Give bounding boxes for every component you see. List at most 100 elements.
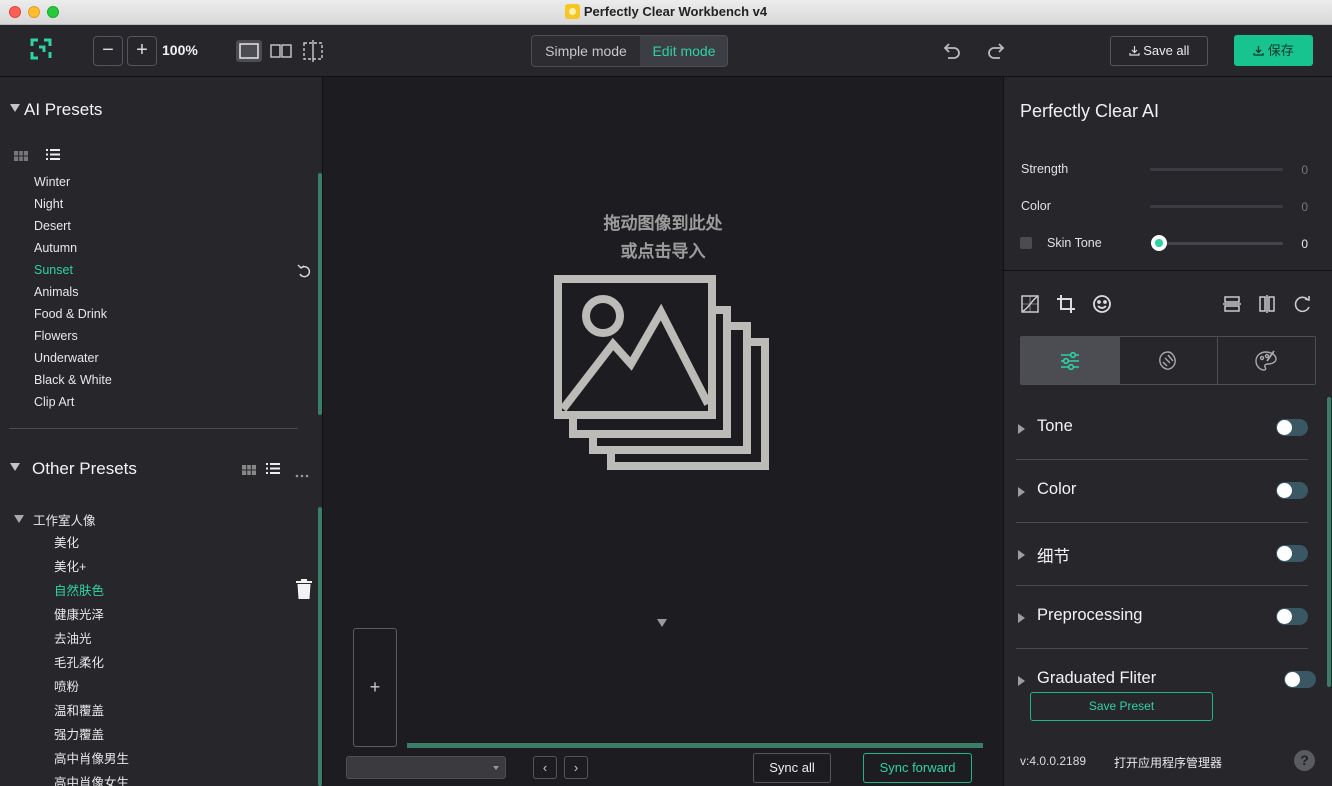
flip-vertical-icon[interactable] xyxy=(1222,294,1242,314)
lasso-icon xyxy=(1156,349,1180,373)
adjustment-tabs xyxy=(1020,336,1316,385)
ai-preset-item[interactable]: Underwater xyxy=(34,351,99,365)
tab-adjustments[interactable] xyxy=(1021,337,1119,384)
toolbar: − + 100% Simple mode Edit mode Save all … xyxy=(0,25,1332,77)
title-bar: Perfectly Clear Workbench v4 xyxy=(0,0,1332,25)
group-preset-item[interactable]: 美化 xyxy=(54,532,79,551)
presets-panel: AI Presets Winter Night Desert Autumn Sunset… xyxy=(0,77,323,786)
adjustment-section[interactable]: Preprocessing xyxy=(1016,586,1308,649)
section-label: Preprocessing xyxy=(1037,606,1143,624)
edit-mode-tab[interactable]: Edit mode xyxy=(640,36,727,66)
filmstrip-scrollbar[interactable] xyxy=(407,743,983,748)
ai-presets-header[interactable]: AI Presets xyxy=(10,100,102,120)
preset-group-studio[interactable]: 工作室人像 xyxy=(14,510,96,529)
ai-preset-item[interactable]: Animals xyxy=(34,285,78,299)
color-slider[interactable] xyxy=(1150,205,1283,208)
expand-icon xyxy=(1018,613,1025,623)
section-toggle[interactable] xyxy=(1276,419,1308,436)
ai-preset-item[interactable]: Night xyxy=(34,197,63,211)
skin-tone-slider[interactable] xyxy=(1154,242,1283,245)
section-toggle[interactable] xyxy=(1276,482,1308,499)
expand-icon xyxy=(1018,676,1025,686)
section-toggle[interactable] xyxy=(1284,671,1316,688)
grid-view-icon[interactable] xyxy=(242,462,256,475)
group-preset-item[interactable]: 自然肤色 xyxy=(54,580,104,599)
zoom-in-button[interactable]: + xyxy=(127,36,157,66)
adjustments-scrollbar[interactable] xyxy=(1327,397,1331,687)
filmstrip-toggle-icon[interactable] xyxy=(657,614,667,632)
section-label: Graduated Fliter xyxy=(1037,669,1157,687)
adjustment-section[interactable]: Color xyxy=(1016,460,1308,523)
ai-preset-item[interactable]: Desert xyxy=(34,219,71,233)
collapse-icon xyxy=(14,515,24,523)
sync-forward-button[interactable]: Sync forward xyxy=(863,753,972,783)
canvas-area[interactable]: 拖动图像到此处 或点击导入 + ‹ › Sync all Sync forwar… xyxy=(323,77,1003,786)
group-preset-item[interactable]: 去油光 xyxy=(54,628,92,647)
add-image-button[interactable]: + xyxy=(353,628,397,747)
section-label: Tone xyxy=(1037,417,1073,435)
other-presets-scrollbar[interactable] xyxy=(318,507,322,786)
next-image-button[interactable]: › xyxy=(564,756,588,779)
tab-creative[interactable] xyxy=(1217,337,1315,384)
crop-icon[interactable] xyxy=(1056,294,1076,314)
redo-icon[interactable] xyxy=(986,40,1008,62)
ai-preset-item[interactable]: Clip Art xyxy=(34,395,74,409)
undo-icon[interactable] xyxy=(940,40,962,62)
section-toggle[interactable] xyxy=(1276,608,1308,625)
ai-preset-item[interactable]: Flowers xyxy=(34,329,78,343)
prev-image-button[interactable]: ‹ xyxy=(533,756,557,779)
collapse-icon xyxy=(10,104,20,112)
skin-tone-slider-handle[interactable] xyxy=(1151,235,1167,251)
single-view-icon[interactable] xyxy=(236,40,262,62)
trash-icon[interactable] xyxy=(296,579,312,599)
list-view-icon[interactable] xyxy=(46,147,60,160)
app-manager-link[interactable]: 打开应用程序管理器 xyxy=(1114,754,1222,771)
rotate-icon[interactable] xyxy=(1293,294,1313,314)
sync-all-button[interactable]: Sync all xyxy=(753,753,831,783)
group-preset-item[interactable]: 高中肖像男生 xyxy=(54,748,129,767)
reset-icon[interactable] xyxy=(297,263,311,279)
ai-presets-scrollbar[interactable] xyxy=(318,173,322,415)
other-presets-header[interactable]: Other Presets xyxy=(10,459,137,479)
expand-icon xyxy=(1018,487,1025,497)
help-icon[interactable]: ? xyxy=(1294,750,1315,771)
preset-select[interactable] xyxy=(346,756,506,779)
color-value: 0 xyxy=(1301,200,1308,214)
adjustment-section[interactable]: Tone xyxy=(1016,397,1308,460)
ai-preset-item[interactable]: Black & White xyxy=(34,373,112,387)
face-icon[interactable] xyxy=(1092,294,1112,314)
group-preset-item[interactable]: 强力覆盖 xyxy=(54,724,104,743)
save-preset-button[interactable]: Save Preset xyxy=(1030,692,1213,721)
ai-preset-item[interactable]: Winter xyxy=(34,175,70,189)
grid-view-icon[interactable] xyxy=(14,148,28,161)
section-toggle[interactable] xyxy=(1276,545,1308,562)
expand-icon xyxy=(1018,424,1025,434)
tab-local[interactable] xyxy=(1119,337,1217,384)
ai-preset-item[interactable]: Sunset xyxy=(34,263,73,277)
group-preset-item[interactable]: 温和覆盖 xyxy=(54,700,104,719)
group-preset-item[interactable]: 高中肖像女生 xyxy=(54,772,129,786)
group-preset-item[interactable]: 毛孔柔化 xyxy=(54,652,104,671)
sliders-icon xyxy=(1059,350,1081,372)
skin-tone-checkbox[interactable] xyxy=(1020,237,1032,249)
ai-preset-item[interactable]: Food & Drink xyxy=(34,307,107,321)
ai-preset-item[interactable]: Autumn xyxy=(34,241,77,255)
zoom-out-button[interactable]: − xyxy=(93,36,123,66)
group-preset-item[interactable]: 健康光泽 xyxy=(54,604,104,623)
group-preset-item[interactable]: 喷粉 xyxy=(54,676,79,695)
expand-icon xyxy=(1018,550,1025,560)
simple-mode-tab[interactable]: Simple mode xyxy=(532,36,640,66)
color-label: Color xyxy=(1021,199,1051,213)
strength-slider[interactable] xyxy=(1150,168,1283,171)
list-view-icon[interactable] xyxy=(266,461,280,474)
group-preset-item[interactable]: 美化+ xyxy=(54,556,86,575)
save-button[interactable]: 保存 xyxy=(1234,35,1313,66)
crop-view-icon[interactable] xyxy=(300,40,326,62)
split-view-icon[interactable] xyxy=(268,40,294,62)
more-icon[interactable] xyxy=(295,465,309,478)
adjustment-section[interactable]: 细节 xyxy=(1016,523,1308,586)
flip-horizontal-icon[interactable] xyxy=(1257,294,1277,314)
save-all-button[interactable]: Save all xyxy=(1110,36,1208,66)
curves-icon[interactable] xyxy=(1020,294,1040,314)
image-stack-icon[interactable] xyxy=(553,274,773,474)
